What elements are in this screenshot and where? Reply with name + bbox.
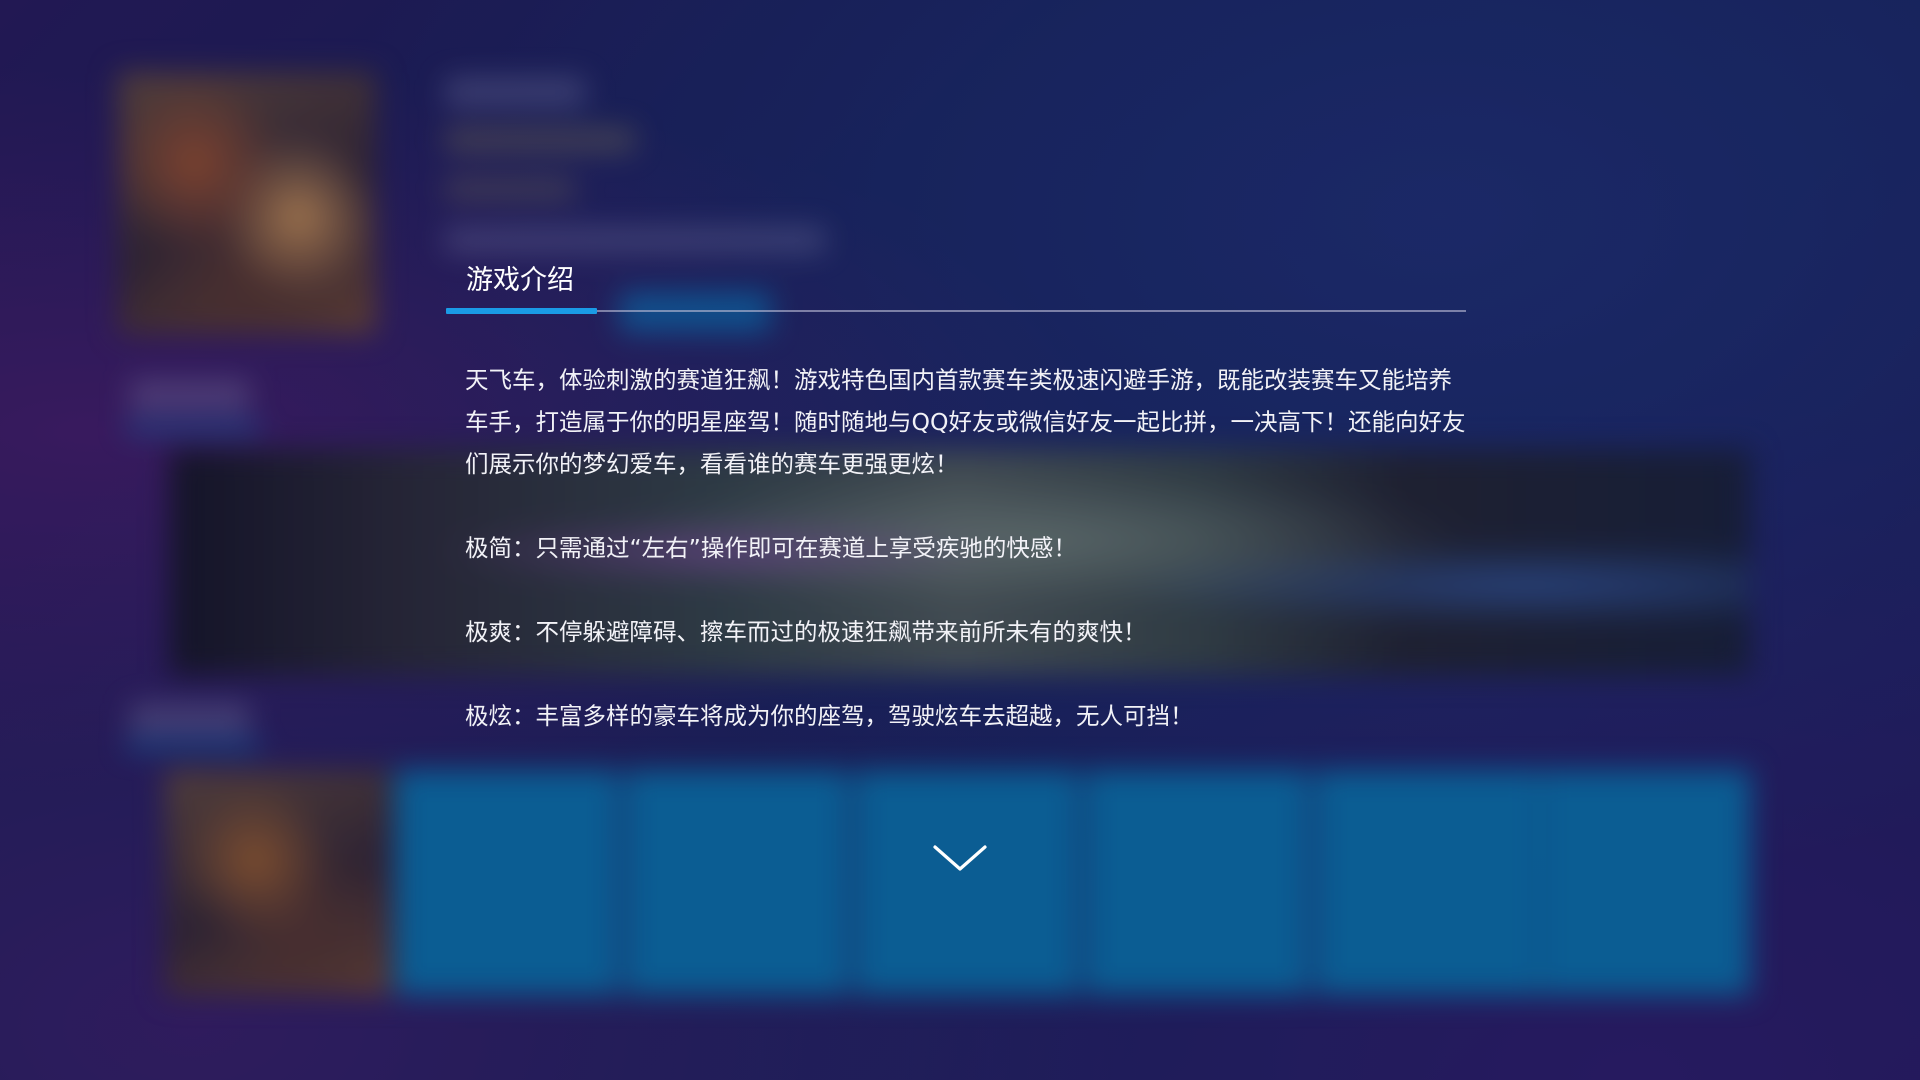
- feature-thrill: 极爽：不停躲避障碍、擦车而过的极速狂飙带来前所未有的爽快！: [465, 618, 1147, 646]
- feature-simple: 极简：只需通过“左右”操作即可在赛道上享受疾驰的快感！: [465, 534, 1077, 562]
- tab-game-intro[interactable]: 游戏介绍: [466, 258, 574, 297]
- chevron-down-icon[interactable]: [932, 843, 988, 873]
- description-main: 天飞车，体验刺激的赛道狂飙！游戏特色国内首款赛车类极速闪避手游，既能改装赛车又能…: [465, 366, 1466, 478]
- tab-active-indicator: [446, 308, 597, 314]
- feature-cool: 极炫：丰富多样的豪车将成为你的座驾，驾驶炫车去超越，无人可挡！: [465, 702, 1194, 730]
- tab-divider: [446, 310, 1466, 312]
- intro-tab-bar: 游戏介绍: [446, 250, 1466, 316]
- game-description: 天飞车，体验刺激的赛道狂飙！游戏特色国内首款赛车类极速闪避手游，既能改装赛车又能…: [465, 359, 1475, 737]
